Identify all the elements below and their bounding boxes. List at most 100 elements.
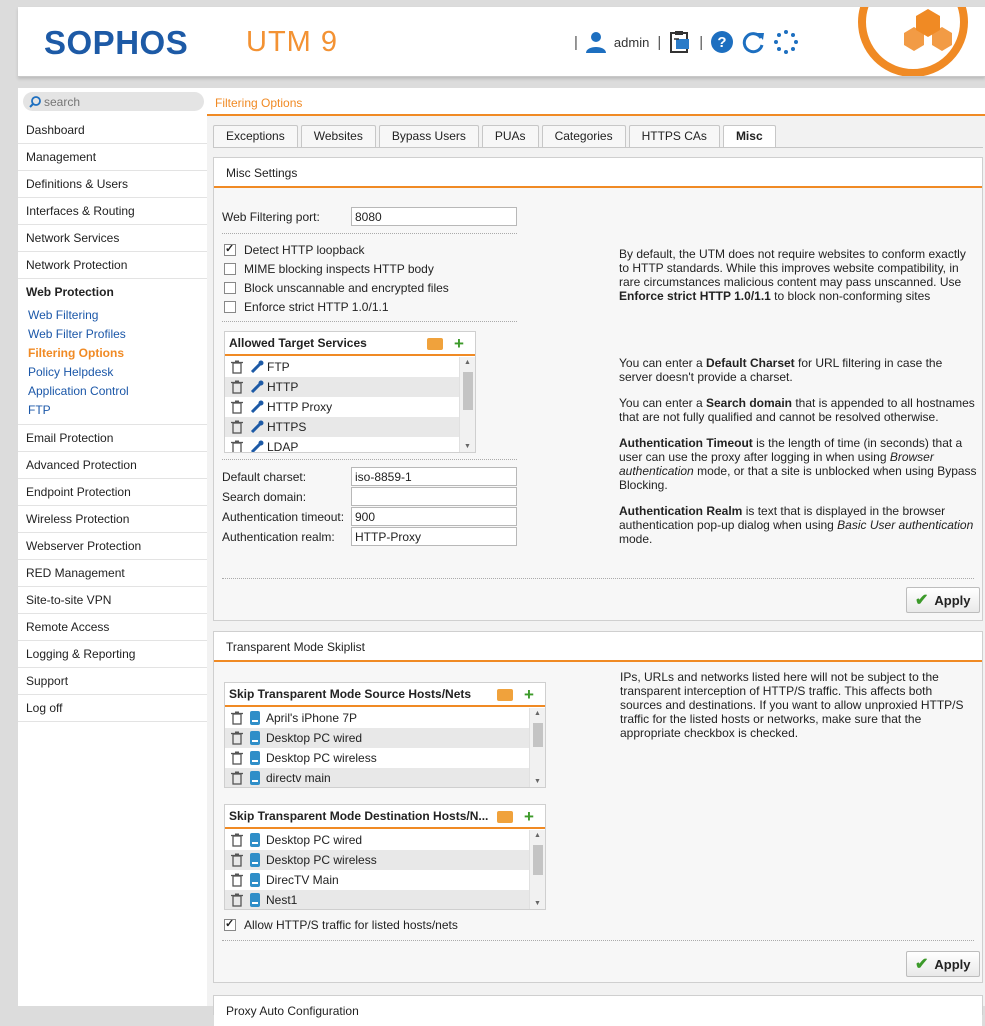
list-item[interactable]: Desktop PC wireless xyxy=(225,850,529,870)
nav-log-off[interactable]: Log off xyxy=(18,695,207,722)
scroll-up-arrow[interactable]: ▲ xyxy=(534,832,541,839)
sub-application-control[interactable]: Application Control xyxy=(18,382,207,401)
nav-network-protection[interactable]: Network Protection xyxy=(18,252,207,279)
sub-ftp[interactable]: FTP xyxy=(18,401,207,420)
search-input[interactable] xyxy=(41,93,191,110)
clipboard-icon[interactable] xyxy=(667,29,693,55)
auth-realm-input[interactable] xyxy=(351,527,517,546)
nav-web-protection[interactable]: Web Protection xyxy=(18,279,207,306)
trash-icon[interactable] xyxy=(230,380,244,394)
nav-management[interactable]: Management xyxy=(18,144,207,171)
add-icon[interactable]: + xyxy=(522,686,536,703)
nav-wireless-protection[interactable]: Wireless Protection xyxy=(18,506,207,533)
nav-email-protection[interactable]: Email Protection xyxy=(18,425,207,452)
auth-timeout-input[interactable] xyxy=(351,507,517,526)
list-item[interactable]: Desktop PC wired xyxy=(225,728,529,748)
list-item[interactable]: April's iPhone 7P xyxy=(225,708,529,728)
host-icon xyxy=(250,731,260,745)
trash-icon[interactable] xyxy=(230,400,244,414)
reload-icon[interactable] xyxy=(741,29,767,55)
scroll-thumb[interactable] xyxy=(533,723,543,747)
tab-puas[interactable]: PUAs xyxy=(481,125,539,147)
sub-policy-helpdesk[interactable]: Policy Helpdesk xyxy=(18,363,207,382)
trash-icon[interactable] xyxy=(230,731,244,745)
list-item[interactable]: directv main xyxy=(225,768,529,787)
nav-remote-access[interactable]: Remote Access xyxy=(18,614,207,641)
trash-icon[interactable] xyxy=(230,873,244,887)
trash-icon[interactable] xyxy=(230,893,244,907)
nav-endpoint-protection[interactable]: Endpoint Protection xyxy=(18,479,207,506)
list-item[interactable]: LDAP xyxy=(225,437,459,452)
username-link[interactable]: admin xyxy=(614,35,649,50)
scrollbar[interactable]: ▲ ▼ xyxy=(529,830,545,909)
apply-button[interactable]: ✔ Apply xyxy=(906,587,980,613)
sub-web-filter-profiles[interactable]: Web Filter Profiles xyxy=(18,325,207,344)
trash-icon[interactable] xyxy=(230,751,244,765)
tab-https-cas[interactable]: HTTPS CAs xyxy=(628,125,720,147)
list-item[interactable]: Nest1 xyxy=(225,890,529,909)
nav-support[interactable]: Support xyxy=(18,668,207,695)
scroll-thumb[interactable] xyxy=(463,372,473,410)
scroll-up-arrow[interactable]: ▲ xyxy=(534,710,541,717)
scroll-down-arrow[interactable]: ▼ xyxy=(534,900,541,907)
list-item[interactable]: DirecTV Main xyxy=(225,870,529,890)
checkbox-row[interactable]: Detect HTTP loopback xyxy=(224,241,365,259)
scroll-thumb[interactable] xyxy=(533,845,543,875)
nav-webserver-protection[interactable]: Webserver Protection xyxy=(18,533,207,560)
web-filtering-port-input[interactable] xyxy=(351,207,517,226)
checkbox-row[interactable]: Enforce strict HTTP 1.0/1.1 xyxy=(224,298,389,316)
list-item[interactable]: FTP xyxy=(225,357,459,377)
add-icon[interactable]: + xyxy=(522,808,536,825)
nav-dashboard[interactable]: Dashboard xyxy=(18,117,207,144)
list-item[interactable]: Desktop PC wired xyxy=(225,830,529,850)
folder-icon[interactable] xyxy=(497,811,513,823)
nav-site-to-site-vpn[interactable]: Site-to-site VPN xyxy=(18,587,207,614)
tab-bypass-users[interactable]: Bypass Users xyxy=(378,125,479,147)
tab-websites[interactable]: Websites xyxy=(300,125,376,147)
trash-icon[interactable] xyxy=(230,833,244,847)
mime-blocking-checkbox[interactable] xyxy=(224,263,236,275)
checkbox-row[interactable]: Allow HTTP/S traffic for listed hosts/ne… xyxy=(224,916,458,934)
trash-icon[interactable] xyxy=(230,771,244,785)
nav-network-services[interactable]: Network Services xyxy=(18,225,207,252)
trash-icon[interactable] xyxy=(230,440,244,452)
folder-icon[interactable] xyxy=(497,689,513,701)
nav-logging-reporting[interactable]: Logging & Reporting xyxy=(18,641,207,668)
trash-icon[interactable] xyxy=(230,360,244,374)
list-item[interactable]: HTTP xyxy=(225,377,459,397)
tab-misc[interactable]: Misc xyxy=(722,125,776,147)
scroll-down-arrow[interactable]: ▼ xyxy=(534,778,541,785)
nav-interfaces-routing[interactable]: Interfaces & Routing xyxy=(18,198,207,225)
folder-icon[interactable] xyxy=(427,338,443,350)
default-charset-input[interactable] xyxy=(351,467,517,486)
allow-traffic-checkbox[interactable] xyxy=(224,917,236,931)
user-icon[interactable] xyxy=(584,30,608,54)
search-box[interactable] xyxy=(23,92,204,111)
help-icon[interactable]: ? xyxy=(709,29,735,55)
scroll-up-arrow[interactable]: ▲ xyxy=(464,359,471,366)
checkbox-row[interactable]: MIME blocking inspects HTTP body xyxy=(224,260,434,278)
block-unscannable-checkbox[interactable] xyxy=(224,282,236,294)
search-domain-input[interactable] xyxy=(351,487,517,506)
scrollbar[interactable]: ▲ ▼ xyxy=(529,708,545,787)
trash-icon[interactable] xyxy=(230,853,244,867)
tab-categories[interactable]: Categories xyxy=(541,125,626,147)
add-icon[interactable]: + xyxy=(452,335,466,352)
trash-icon[interactable] xyxy=(230,711,244,725)
sub-filtering-options[interactable]: Filtering Options xyxy=(18,344,207,363)
nav-red-management[interactable]: RED Management xyxy=(18,560,207,587)
trash-icon[interactable] xyxy=(230,420,244,434)
scrollbar[interactable]: ▲ ▼ xyxy=(459,357,475,452)
apply-button[interactable]: ✔ Apply xyxy=(906,951,980,977)
checkbox-row[interactable]: Block unscannable and encrypted files xyxy=(224,279,449,297)
strict-http-checkbox[interactable] xyxy=(224,301,236,313)
list-item[interactable]: HTTP Proxy xyxy=(225,397,459,417)
tab-exceptions[interactable]: Exceptions xyxy=(213,125,298,147)
scroll-down-arrow[interactable]: ▼ xyxy=(464,443,471,450)
nav-definitions-users[interactable]: Definitions & Users xyxy=(18,171,207,198)
nav-advanced-protection[interactable]: Advanced Protection xyxy=(18,452,207,479)
list-item[interactable]: HTTPS xyxy=(225,417,459,437)
sub-web-filtering[interactable]: Web Filtering xyxy=(18,306,207,325)
list-item[interactable]: Desktop PC wireless xyxy=(225,748,529,768)
detect-loopback-checkbox[interactable] xyxy=(224,242,236,256)
